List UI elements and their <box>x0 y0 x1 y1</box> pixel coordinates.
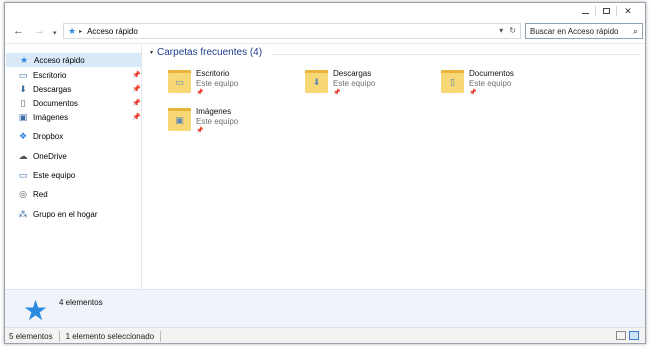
navigation-pane: ★ Acceso rápido ▭ Escritorio 📌 ⬇ Descarg… <box>5 46 142 289</box>
sidebar-item-onedrive[interactable]: ☁ OneDrive <box>17 149 141 163</box>
forward-button[interactable]: → <box>34 24 45 38</box>
sidebar-item-label: Dropbox <box>33 131 64 141</box>
address-dropdown-icon[interactable]: ▾ <box>499 26 503 35</box>
chevron-down-icon: ▾ <box>150 50 154 56</box>
sidebar-item-descargas[interactable]: ⬇ Descargas 📌 <box>17 82 141 96</box>
pin-icon: 📌 <box>469 90 477 96</box>
address-field[interactable]: ★ ▸ Acceso rápido ▾ ↻ <box>63 23 521 39</box>
folder-tile-escritorio[interactable]: ▭ Escritorio Este equipo 📌 <box>168 68 298 102</box>
sidebar-item-label: Imágenes <box>33 112 69 122</box>
status-selection: 1 elemento seleccionado <box>65 332 155 341</box>
pin-icon: 📌 <box>196 90 204 96</box>
back-button[interactable]: ← <box>13 24 24 38</box>
recent-locations-button[interactable]: ▾ <box>53 27 57 41</box>
folder-tile-descargas[interactable]: ⬇ Descargas Este equipo 📌 <box>305 68 435 102</box>
sidebar-item-quick-access[interactable]: ★ Acceso rápido <box>6 53 141 67</box>
download-icon: ⬇ <box>312 76 321 87</box>
sidebar-item-label: Red <box>33 189 48 199</box>
search-placeholder: Buscar en Acceso rápido <box>530 26 619 36</box>
pin-icon: 📌 <box>132 100 141 107</box>
sidebar-item-documentos[interactable]: ▯ Documentos 📌 <box>17 96 141 110</box>
sidebar-item-red[interactable]: ◎ Red <box>17 187 141 201</box>
sidebar-item-label: Descargas <box>33 84 72 94</box>
group-header-frequent-folders[interactable]: ▾ Carpetas frecuentes (4) <box>150 47 262 58</box>
pin-icon: 📌 <box>333 90 341 96</box>
quick-access-star-icon: ★ <box>23 295 49 326</box>
content-pane: ▾ Carpetas frecuentes (4) ▭ Escritorio E… <box>145 46 645 289</box>
minimize-button[interactable] <box>575 5 595 17</box>
status-bar: 5 elementos 1 elemento seleccionado <box>5 327 645 343</box>
sidebar-item-imagenes[interactable]: ▣ Imágenes 📌 <box>17 110 141 124</box>
sidebar-item-label: Este equipo <box>33 170 76 180</box>
folder-icon: ▭ <box>168 70 191 93</box>
sidebar-item-label: Acceso rápido <box>34 55 85 65</box>
folder-icon: ⬇ <box>305 70 328 93</box>
sidebar-item-label: Documentos <box>33 98 78 108</box>
close-icon: ✕ <box>624 6 632 16</box>
window-controls: ✕ <box>575 5 639 17</box>
status-item-count: 5 elementos <box>9 332 53 341</box>
pin-icon: 📌 <box>132 72 141 79</box>
search-input[interactable]: Buscar en Acceso rápido ⌕ <box>525 23 643 39</box>
view-switcher <box>616 331 639 340</box>
breadcrumb-chevron-icon[interactable]: ▸ <box>79 28 82 35</box>
desktop-icon: ▭ <box>18 69 28 80</box>
download-icon: ⬇ <box>19 83 27 94</box>
folder-location: Este equipo <box>196 117 239 126</box>
large-icons-view-icon[interactable] <box>629 331 639 340</box>
folder-tile-imagenes[interactable]: ▣ Imágenes Este equipo 📌 <box>168 106 298 140</box>
folder-location: Este equipo <box>469 79 512 88</box>
folder-icon: ▯ <box>441 70 464 93</box>
desktop-icon: ▭ <box>175 76 184 87</box>
close-button[interactable]: ✕ <box>617 5 639 17</box>
folder-name: Descargas <box>333 69 372 78</box>
toolbar-divider <box>5 43 645 44</box>
title-bar: ✕ <box>5 3 645 19</box>
document-icon: ▯ <box>20 97 26 108</box>
search-icon[interactable]: ⌕ <box>633 26 638 37</box>
folder-name: Imágenes <box>196 107 232 116</box>
document-icon: ▯ <box>450 76 455 87</box>
minimize-icon <box>581 12 589 14</box>
sidebar-item-este-equipo[interactable]: ▭ Este equipo <box>17 168 141 182</box>
sidebar-item-label: Grupo en el hogar <box>33 209 98 219</box>
folder-icon: ▣ <box>168 108 191 131</box>
folder-name: Escritorio <box>196 69 230 78</box>
sidebar-item-escritorio[interactable]: ▭ Escritorio 📌 <box>17 68 141 82</box>
sidebar-item-dropbox[interactable]: ❖ Dropbox <box>17 129 141 143</box>
folder-location: Este equipo <box>196 79 239 88</box>
pin-icon: 📌 <box>132 86 141 93</box>
refresh-icon[interactable]: ↻ <box>509 26 516 35</box>
details-item-count: 4 elementos <box>59 298 103 307</box>
maximize-button[interactable] <box>596 5 616 17</box>
pin-icon: 📌 <box>132 114 141 121</box>
file-explorer-window: ✕ ← → ▾ ★ ▸ Acceso rápido ▾ ↻ Buscar en … <box>4 2 646 344</box>
breadcrumb-current[interactable]: Acceso rápido <box>87 27 138 36</box>
address-actions: ▾ ↻ <box>499 26 516 35</box>
address-bar-row: ← → ▾ ★ ▸ Acceso rápido ▾ ↻ Buscar en Ac… <box>5 21 645 43</box>
status-divider <box>58 331 60 342</box>
cloud-icon: ☁ <box>18 150 28 161</box>
picture-icon: ▣ <box>18 111 28 122</box>
sidebar-item-grupo-hogar[interactable]: ⁂ Grupo en el hogar <box>17 207 141 221</box>
maximize-icon <box>602 8 610 14</box>
dropbox-icon: ❖ <box>18 130 28 141</box>
details-view-icon[interactable] <box>616 331 626 340</box>
quick-access-star-icon: ★ <box>68 25 77 36</box>
picture-icon: ▣ <box>175 114 184 125</box>
group-title: Carpetas frecuentes (4) <box>157 47 263 58</box>
group-divider <box>273 54 639 55</box>
folder-location: Este equipo <box>333 79 376 88</box>
network-icon: ◎ <box>19 188 27 199</box>
folder-tile-documentos[interactable]: ▯ Documentos Este equipo 📌 <box>441 68 571 102</box>
sidebar-item-label: OneDrive <box>33 151 67 161</box>
sidebar-item-label: Escritorio <box>33 70 67 80</box>
status-divider <box>160 331 162 342</box>
folder-name: Documentos <box>469 69 514 78</box>
star-icon: ★ <box>19 54 29 65</box>
computer-icon: ▭ <box>18 169 28 180</box>
homegroup-icon: ⁂ <box>18 208 28 219</box>
pin-icon: 📌 <box>196 128 204 134</box>
details-pane: ★ 4 elementos <box>5 289 645 327</box>
